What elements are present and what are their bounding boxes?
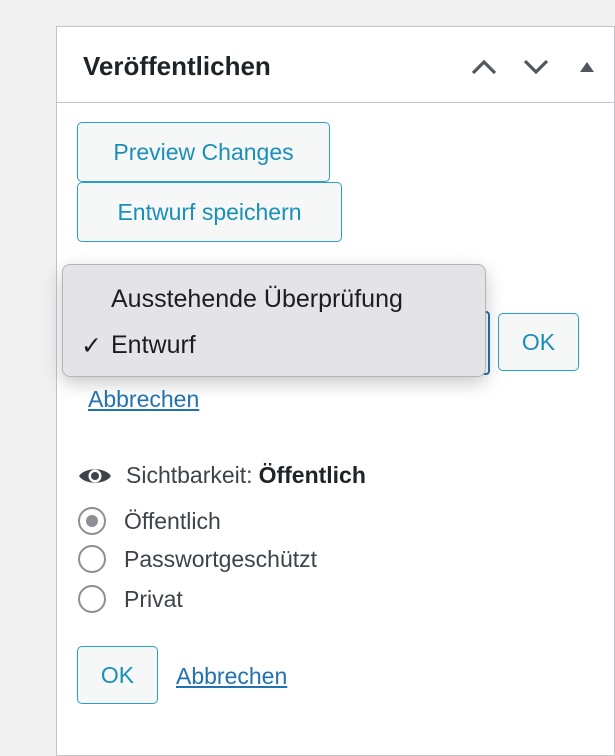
visibility-row: Sichtbarkeit: Öffentlich (78, 462, 366, 489)
panel-title: Veröffentlichen (83, 51, 271, 81)
status-ok-button[interactable]: OK (498, 313, 579, 371)
preview-changes-button[interactable]: Preview Changes (77, 122, 330, 182)
chevron-down-icon[interactable] (520, 53, 552, 81)
status-cancel-link[interactable]: Abbrechen (88, 386, 199, 413)
checkmark-icon: ✓ (81, 332, 102, 360)
radio-label: Privat (124, 585, 183, 612)
visibility-cancel-link[interactable]: Abbrechen (176, 663, 287, 690)
visibility-ok-button[interactable]: OK (77, 646, 158, 704)
visibility-option-password[interactable]: Passwortgeschützt (78, 545, 317, 573)
panel-header: Veröffentlichen (57, 27, 614, 103)
triangle-up-icon[interactable] (571, 53, 603, 81)
radio-label: Öffentlich (124, 507, 221, 534)
save-draft-button[interactable]: Entwurf speichern (77, 182, 342, 242)
visibility-label: Sichtbarkeit: (126, 462, 253, 488)
radio-button-checked[interactable] (78, 507, 106, 535)
eye-icon (78, 465, 112, 487)
status-dropdown-menu: Ausstehende Überprüfung ✓ Entwurf (62, 264, 486, 377)
radio-button[interactable] (78, 585, 106, 613)
dropdown-option-pending-review[interactable]: Ausstehende Überprüfung (111, 285, 403, 314)
dropdown-option-draft[interactable]: Entwurf (111, 331, 196, 360)
visibility-option-public[interactable]: Öffentlich (78, 507, 221, 535)
visibility-value: Öffentlich (258, 462, 366, 488)
chevron-up-icon[interactable] (468, 53, 500, 81)
radio-label: Passwortgeschützt (124, 545, 318, 572)
visibility-option-private[interactable]: Privat (78, 585, 183, 613)
radio-button[interactable] (78, 545, 106, 573)
